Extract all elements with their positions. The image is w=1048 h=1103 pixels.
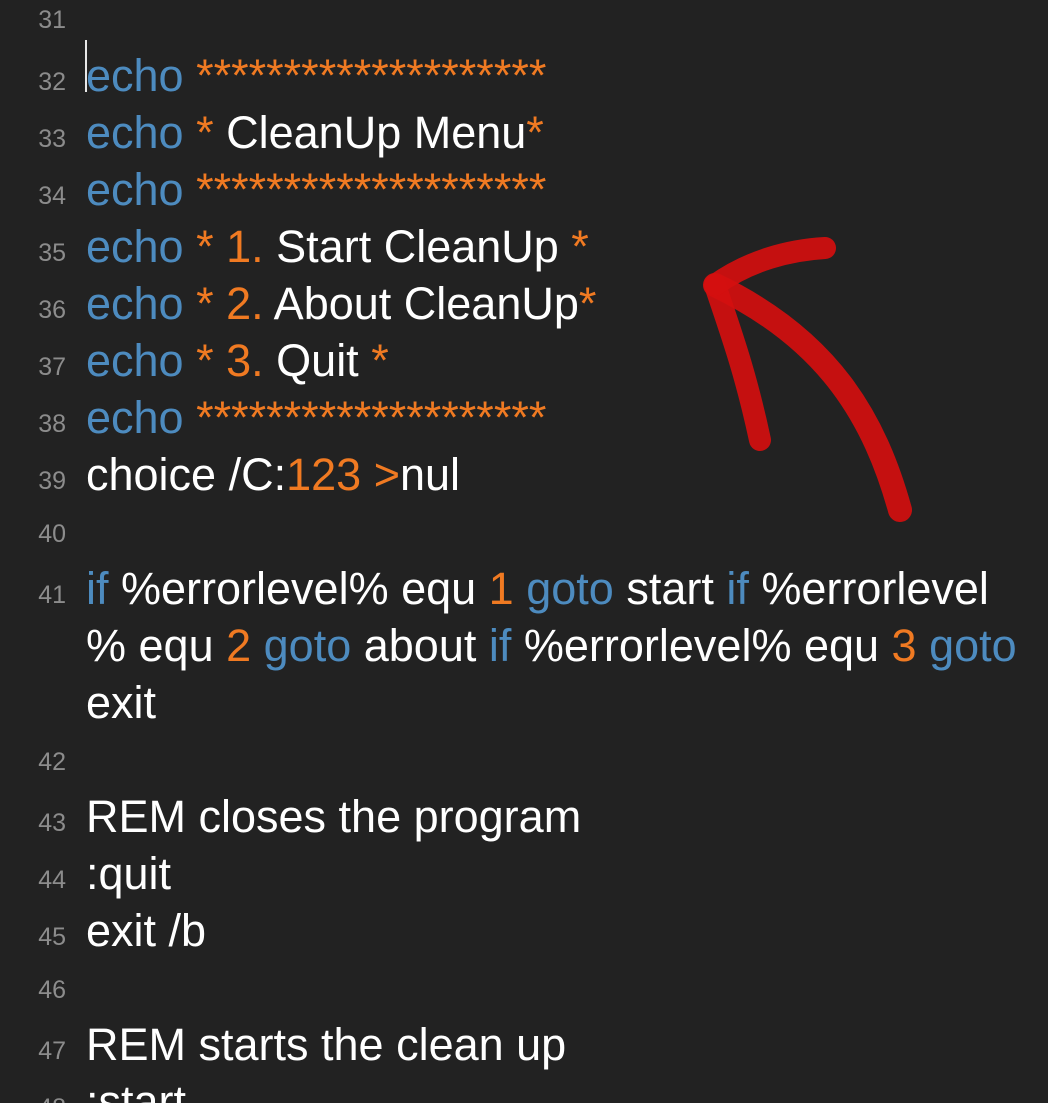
literal-token: 2 xyxy=(226,620,252,671)
literal-token: > xyxy=(373,449,400,500)
literal-token: * xyxy=(571,221,589,272)
line-number: 44 xyxy=(38,866,66,894)
line-number: 33 xyxy=(38,125,66,153)
keyword-token: goto xyxy=(526,563,614,614)
keyword-token: echo xyxy=(86,50,184,101)
red-arrow-annotation-icon xyxy=(703,237,912,522)
line-number: 32 xyxy=(38,68,66,96)
line-number: 34 xyxy=(38,182,66,210)
keyword-token: echo xyxy=(86,278,184,329)
text-token: REM starts the clean up xyxy=(86,1019,567,1070)
literal-token: * 2. xyxy=(196,278,264,329)
text-token: %errorlevel% equ xyxy=(108,563,489,614)
text-token: exit xyxy=(86,677,157,728)
line-number: 35 xyxy=(38,239,66,267)
line-number: 40 xyxy=(38,520,66,548)
keyword-token: if xyxy=(86,563,109,614)
literal-token: ******************** xyxy=(196,392,547,443)
code-text[interactable]: if %errorlevel% equ 1 goto start if %err… xyxy=(86,560,1048,731)
text-token: About CleanUp xyxy=(263,278,579,329)
code-text[interactable]: REM closes the program xyxy=(86,788,1048,845)
keyword-token: goto xyxy=(263,620,352,671)
literal-token: * xyxy=(526,107,544,158)
literal-token: 123 xyxy=(286,449,362,500)
text-token: start xyxy=(613,563,727,614)
keyword-token: echo xyxy=(86,392,184,443)
text-token: nul xyxy=(399,449,461,500)
keyword-token: if xyxy=(488,620,512,671)
line-number: 39 xyxy=(38,467,66,495)
line-number: 37 xyxy=(38,353,66,381)
line-number: 38 xyxy=(38,410,66,438)
code-text[interactable]: exit /b xyxy=(86,902,1048,959)
code-text[interactable]: echo ******************** xyxy=(86,161,1048,218)
literal-token: * 1. xyxy=(196,221,264,272)
literal-token: * xyxy=(196,107,214,158)
literal-token: * xyxy=(578,278,597,329)
text-token: %errorlevel% equ xyxy=(511,620,892,671)
line-number: 36 xyxy=(38,296,66,324)
literal-token: 3 xyxy=(891,620,917,671)
line-number: 46 xyxy=(38,976,66,1004)
text-token: CleanUp Menu xyxy=(213,107,527,158)
text-token: Quit xyxy=(263,335,372,386)
code-text[interactable]: :quit xyxy=(86,845,1048,902)
keyword-token: goto xyxy=(929,620,1017,671)
text-token: exit /b xyxy=(86,905,207,956)
literal-token: * xyxy=(371,335,389,386)
keyword-token: if xyxy=(726,563,749,614)
code-editor[interactable]: 31 32 echo ******************** 33 echo * Cl… xyxy=(0,0,1048,1103)
literal-token: 1 xyxy=(488,563,514,614)
literal-token: ******************** xyxy=(196,164,547,215)
line-number: 42 xyxy=(38,748,66,776)
line-number: 48 xyxy=(0,1093,66,1103)
literal-token: * 3. xyxy=(196,335,264,386)
text-token: Start CleanUp xyxy=(263,221,572,272)
keyword-token: echo xyxy=(86,221,184,272)
text-token: :quit xyxy=(86,848,172,899)
text-token: about xyxy=(351,620,489,671)
text-token: choice /C: xyxy=(86,449,287,500)
keyword-token: echo xyxy=(86,107,184,158)
keyword-token: echo xyxy=(86,335,184,386)
code-text[interactable]: REM starts the clean up xyxy=(86,1016,1048,1073)
line-number: 31 xyxy=(38,6,66,34)
code-text[interactable]: :start xyxy=(86,1073,1048,1103)
line-number: 47 xyxy=(38,1037,66,1065)
code-text[interactable]: echo ******************** xyxy=(86,47,1048,104)
line-number: 45 xyxy=(38,923,66,951)
text-caret xyxy=(85,40,87,92)
line-number: 41 xyxy=(38,581,66,609)
code-text[interactable]: echo * CleanUp Menu* xyxy=(86,104,1048,161)
text-token: REM closes the program xyxy=(86,791,582,842)
keyword-token: echo xyxy=(86,164,184,215)
literal-token: ******************** xyxy=(196,50,547,101)
line-number: 43 xyxy=(38,809,66,837)
text-token: :start xyxy=(86,1076,187,1103)
